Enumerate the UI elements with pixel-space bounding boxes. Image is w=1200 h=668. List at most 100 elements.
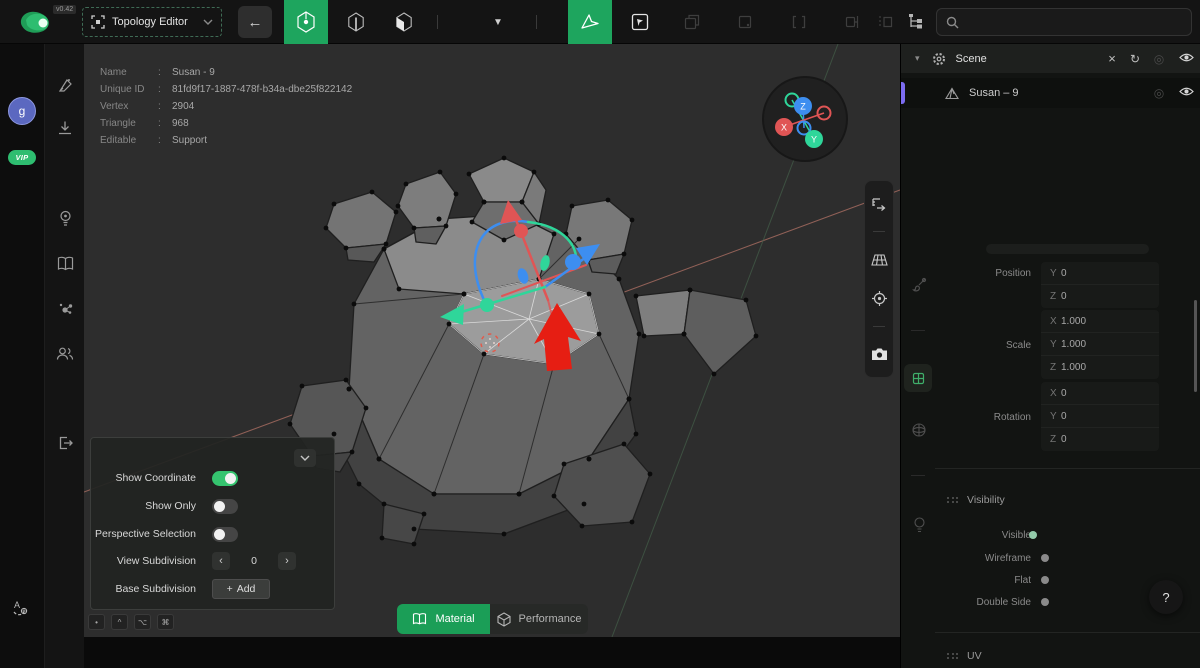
topology-properties-button[interactable] [904,364,932,392]
box-select-button[interactable] [622,6,658,38]
export-button[interactable] [53,116,77,140]
rotation-z-field[interactable]: Z0 [1041,428,1159,451]
scale-y-field[interactable]: Y1.000 [1041,333,1159,356]
snapshot-button[interactable] [868,343,890,365]
option-row: Show Coordinate [91,468,238,488]
select-tool-button[interactable] [568,0,612,44]
edge-cube-icon [347,12,365,32]
position-z-field[interactable]: Z0 [1041,285,1159,308]
top-toolbar: v0.42 Topology Editor ← [0,0,1200,44]
scrollbar-thumb[interactable] [1194,300,1197,392]
position-inputs: Y0 Z0 [1041,262,1159,308]
info-row: Unique ID:81fd9f17-1887-478f-b34a-dbe25f… [100,81,352,98]
deselect-icon[interactable]: × [1101,51,1123,66]
share-button[interactable] [53,296,77,320]
subdivision-increase-button[interactable]: › [278,552,296,570]
option-row: Perspective Selection [91,524,238,544]
grid-button[interactable] [868,249,890,271]
focus-button[interactable] [868,287,890,309]
tab-performance[interactable]: Performance [490,604,588,634]
scale-x-field[interactable]: X1.000 [1041,310,1159,333]
visibility-section-header[interactable]: Visibility [947,494,1005,506]
target-icon[interactable]: ◎ [1147,52,1171,66]
box-cursor-icon [631,13,649,31]
target-icon[interactable]: ◎ [1147,86,1171,100]
tab-material[interactable]: Material [397,604,490,634]
key-dot[interactable]: • [88,614,105,630]
position-y-field[interactable]: Y0 [1041,262,1159,285]
chevron-down-icon [203,19,213,25]
panel-collapse-button[interactable] [294,449,316,467]
position-label: Position [901,268,1031,279]
avatar[interactable]: g [8,97,36,125]
info-row: Name:Susan - 9 [100,64,352,81]
measure-button[interactable] [868,193,890,215]
eye-icon[interactable] [1171,84,1200,102]
dropdown-triangle-button[interactable]: ▼ [483,0,513,44]
inset-tool-button [727,6,763,38]
scene-item-label: Susan – 9 [969,87,1147,99]
pen-tool-button[interactable] [53,73,77,97]
option-row: View Subdivision ‹ 0 › [91,551,296,571]
refresh-icon[interactable]: ↻ [1123,52,1147,66]
topology-editor-app: v0.42 Topology Editor ← [0,0,1200,668]
drag-handle-icon[interactable] [947,653,959,659]
section-divider [935,468,1200,469]
app-logo-icon[interactable] [16,6,56,38]
docs-button[interactable] [53,251,77,275]
scene-gear-icon [932,52,946,66]
mirror-icon [878,14,894,30]
scene-title: Scene [956,53,1101,65]
idea-button[interactable] [53,206,77,230]
back-button[interactable]: ← [238,6,272,38]
info-row: Editable:Support [100,132,352,149]
modifier-key-hints: • ^ ⌥ ⌘ [88,614,174,630]
eye-icon[interactable] [1171,50,1200,68]
viewport-toolbar [864,180,894,378]
editor-mode-label: Topology Editor [112,16,196,28]
search-icon [946,16,959,29]
show-coordinate-toggle[interactable] [212,471,238,486]
search-input[interactable] [966,16,1166,28]
rotation-y-field[interactable]: Y0 [1041,405,1159,428]
account-rail: g VIP A [0,44,44,668]
svg-text:A: A [14,600,20,610]
key-caret[interactable]: ^ [111,614,128,630]
scale-z-field[interactable]: Z1.000 [1041,356,1159,379]
drag-handle-icon[interactable] [947,497,959,503]
chevron-down-icon[interactable]: ▾ [915,53,920,64]
perspective-selection-toggle[interactable] [212,527,238,542]
plus-icon: + [227,583,233,595]
face-mode-button[interactable] [386,6,422,38]
tree-icon [908,13,926,31]
view-axis-gizmo[interactable]: Z X Y [762,76,848,162]
version-badge: v0.42 [53,5,76,14]
cursor-arrow-icon [580,13,600,31]
subdivision-value: 0 [230,555,278,567]
show-only-toggle[interactable] [212,499,238,514]
key-command[interactable]: ⌘ [157,614,174,630]
exit-button[interactable] [53,431,77,455]
community-button[interactable] [53,341,77,365]
scene-header[interactable]: ▾ Scene × ↻ ◎ [901,44,1200,73]
editor-mode-selector[interactable]: Topology Editor [82,7,222,37]
rotation-x-field[interactable]: X0 [1041,382,1159,405]
triangle-down-icon: ▼ [493,17,503,28]
help-button[interactable]: ? [1149,580,1183,614]
strip-divider [911,330,925,331]
language-button[interactable]: A [8,595,32,619]
vertex-mode-button[interactable] [284,0,328,44]
subdivision-decrease-button[interactable]: ‹ [212,552,230,570]
search-bar[interactable] [936,8,1192,36]
hierarchy-panel-button[interactable] [906,11,928,33]
uv-section-header[interactable]: UV [947,650,982,662]
edge-mode-button[interactable] [338,6,374,38]
object-info-panel: Name:Susan - 9 Unique ID:81fd9f17-1887-4… [100,64,352,149]
section-divider [935,632,1200,633]
3d-viewport[interactable]: Name:Susan - 9 Unique ID:81fd9f17-1887-4… [84,44,900,637]
scene-item-susan[interactable]: Susan – 9 ◎ [901,78,1200,108]
vip-badge[interactable]: VIP [8,150,36,165]
base-subdivision-add-button[interactable]: + Add [212,579,270,599]
key-option[interactable]: ⌥ [134,614,151,630]
duplicate-icon [684,14,700,30]
